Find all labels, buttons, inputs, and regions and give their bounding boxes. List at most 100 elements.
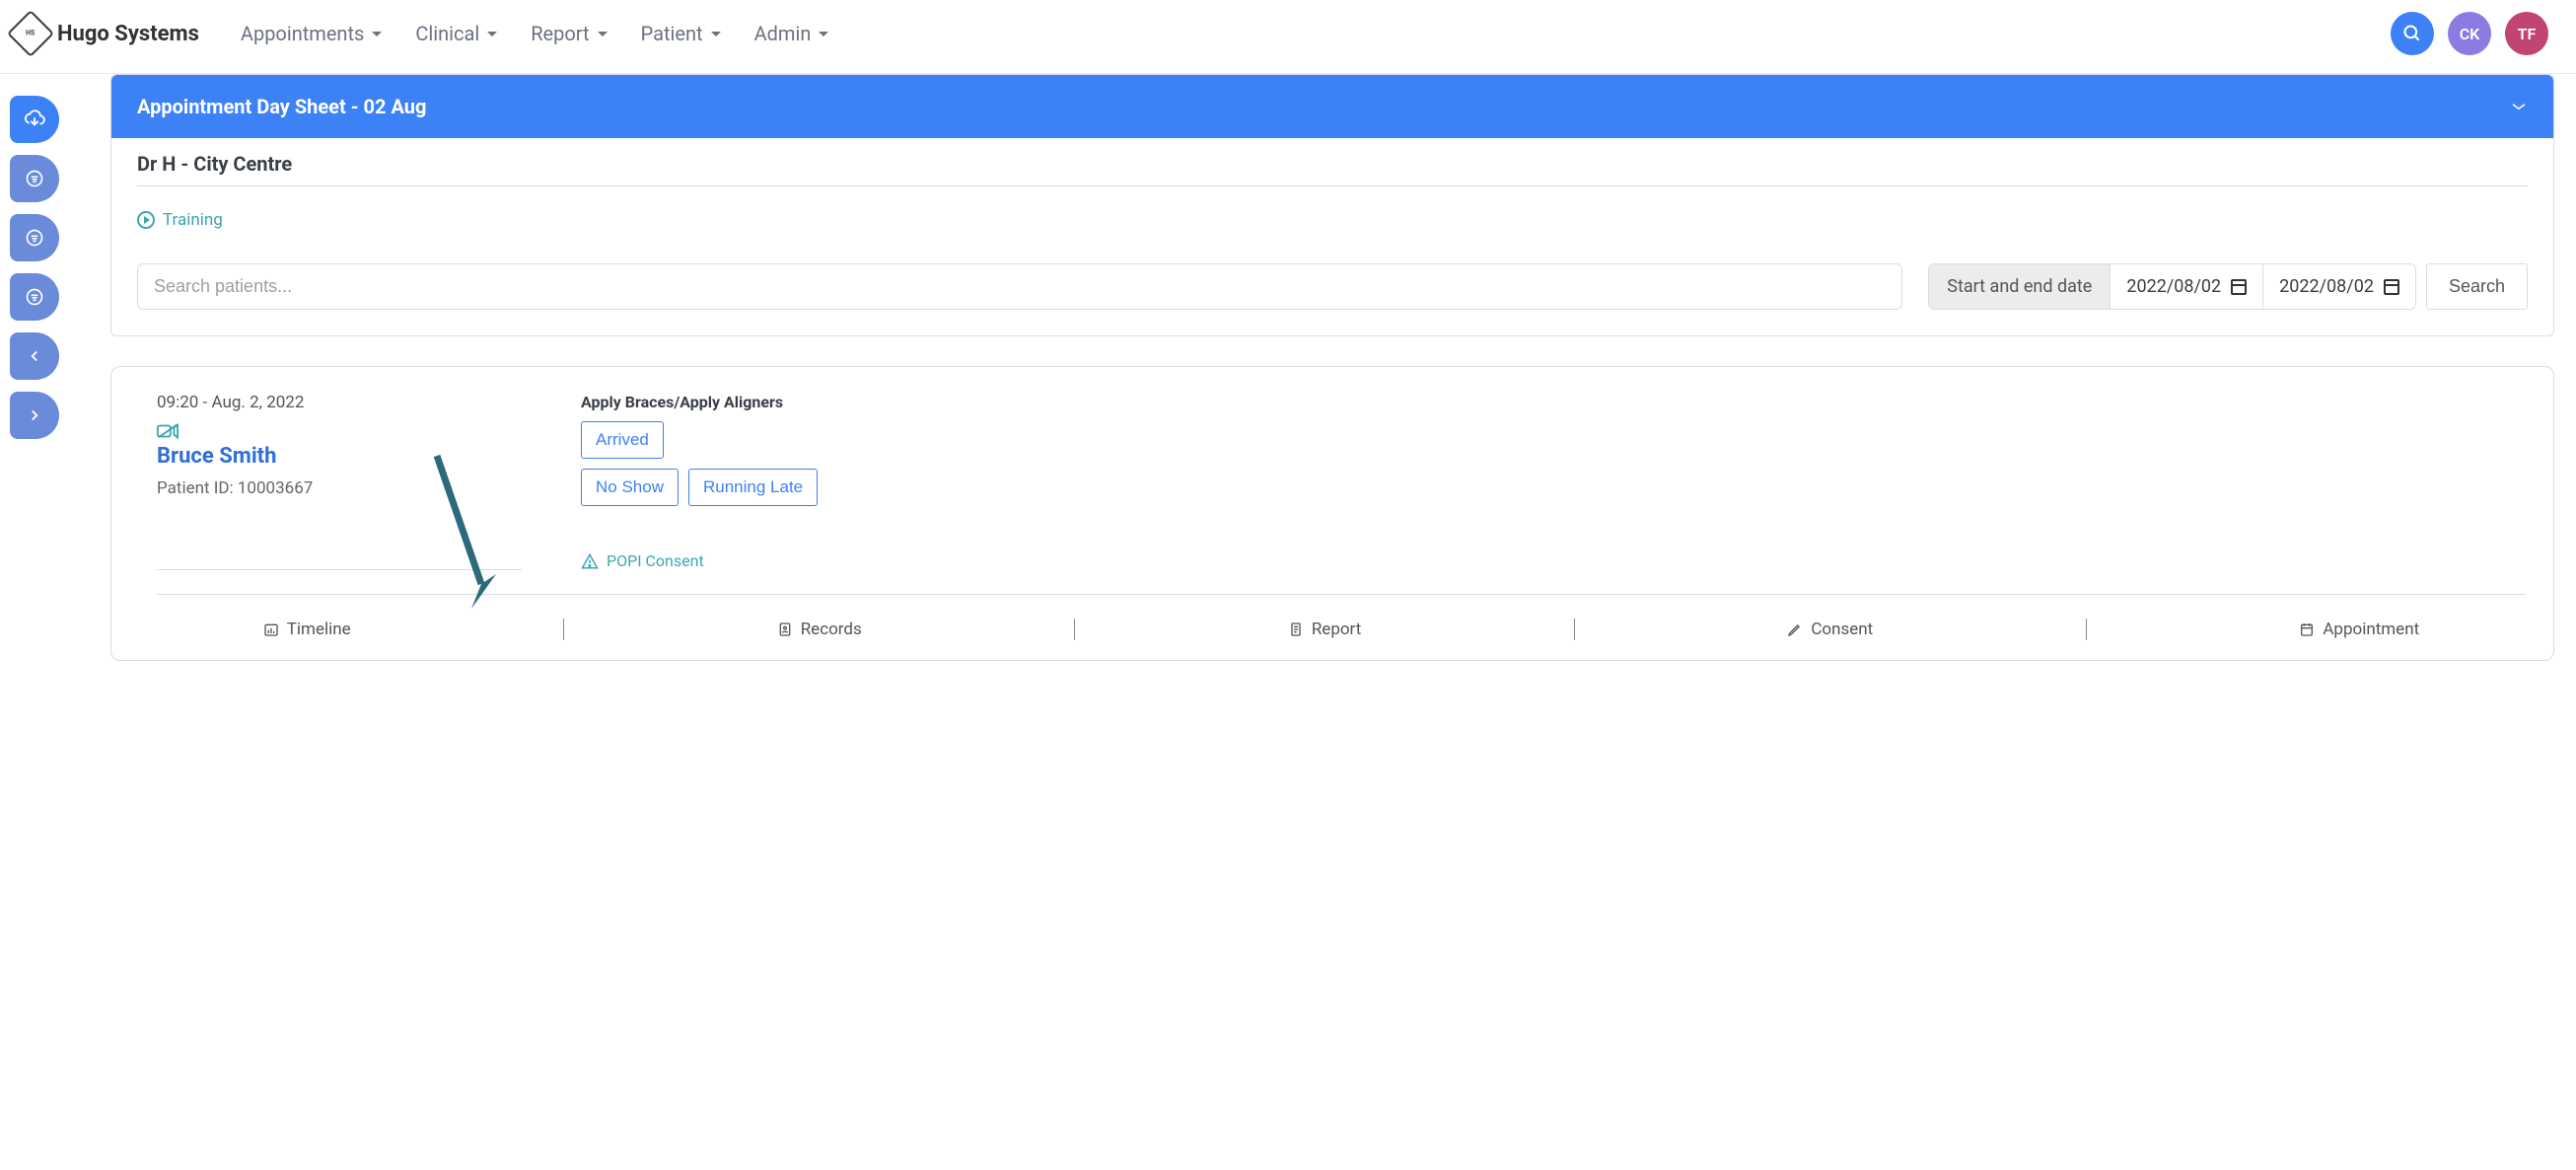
footer-timeline[interactable]: Timeline (263, 620, 351, 639)
global-search-button[interactable] (2391, 12, 2434, 55)
brand-name: Hugo Systems (57, 22, 199, 46)
chevron-down-icon (2510, 102, 2528, 111)
date-range: Start and end date 2022/08/02 2022/08/02 (1928, 263, 2416, 310)
footer-label: Report (1312, 620, 1361, 639)
popi-consent-link[interactable]: POPI Consent (581, 551, 2526, 570)
chevron-left-icon (26, 347, 43, 365)
chevron-down-icon (372, 32, 382, 37)
appointment-patient-col: 09:20 - Aug. 2, 2022 Bruce Smith Patient… (157, 393, 522, 570)
play-icon (137, 211, 155, 229)
footer-label: Records (801, 620, 862, 639)
separator (2086, 619, 2087, 640)
patient-search-input[interactable] (137, 263, 1902, 310)
separator (563, 619, 564, 640)
chevron-down-icon (598, 32, 608, 37)
pencil-icon (1787, 622, 1803, 637)
day-sheet-card: Appointment Day Sheet - 02 Aug Dr H - Ci… (110, 74, 2554, 336)
chevron-down-icon (819, 32, 828, 37)
nav-label: Admin (754, 22, 812, 45)
calendar-icon (2231, 279, 2247, 295)
warning-icon (581, 552, 599, 570)
footer-label: Timeline (287, 620, 351, 639)
sidebar-pill-filter-1[interactable] (10, 155, 59, 202)
procedure-label: Apply Braces/Apply Aligners (581, 393, 2526, 411)
video-off-icon (157, 422, 522, 440)
day-sheet-body: Dr H - City Centre Training Start and en… (111, 138, 2553, 335)
filter-icon (25, 228, 44, 248)
avatar-tf[interactable]: TF (2505, 12, 2548, 55)
end-date-value: 2022/08/02 (2279, 276, 2374, 297)
appointment-footer: Timeline Records Report (157, 594, 2526, 640)
brand-logo-text: HS (26, 30, 35, 37)
cloud-download-icon (24, 109, 45, 130)
nav-report[interactable]: Report (531, 22, 607, 45)
patient-name-link[interactable]: Bruce Smith (157, 444, 522, 469)
popi-label: POPI Consent (607, 551, 704, 570)
nav-label: Patient (641, 22, 703, 45)
appointment-card: 09:20 - Aug. 2, 2022 Bruce Smith Patient… (110, 366, 2554, 661)
footer-consent[interactable]: Consent (1787, 620, 1873, 639)
search-icon (2402, 24, 2422, 43)
avatar-ck[interactable]: CK (2448, 12, 2491, 55)
filter-row: Start and end date 2022/08/02 2022/08/02… (137, 263, 2528, 310)
status-running-late-button[interactable]: Running Late (688, 469, 818, 506)
avatar-initials: CK (2460, 25, 2480, 43)
training-label: Training (163, 210, 223, 230)
sidebar (0, 74, 69, 683)
timeline-icon (263, 622, 279, 637)
chevron-right-icon (26, 406, 43, 424)
nav-label: Clinical (415, 22, 479, 45)
footer-label: Appointment (2323, 620, 2419, 639)
nav-label: Appointments (241, 22, 364, 45)
nav-label: Report (531, 22, 589, 45)
status-row-2: No Show Running Late (581, 469, 2526, 506)
report-icon (1288, 622, 1304, 637)
main: Appointment Day Sheet - 02 Aug Dr H - Ci… (69, 74, 2576, 683)
search-button[interactable]: Search (2426, 263, 2528, 310)
sidebar-pill-filter-3[interactable] (10, 273, 59, 321)
calendar-icon (2384, 279, 2399, 295)
day-sheet-banner[interactable]: Appointment Day Sheet - 02 Aug (111, 75, 2553, 138)
layout: Appointment Day Sheet - 02 Aug Dr H - Ci… (0, 74, 2576, 683)
footer-label: Consent (1811, 620, 1873, 639)
appointment-time: 09:20 - Aug. 2, 2022 (157, 393, 522, 412)
practitioner-heading: Dr H - City Centre (137, 152, 2528, 186)
calendar-icon (2299, 622, 2315, 637)
end-date-field[interactable]: 2022/08/02 (2263, 264, 2415, 309)
nav-appointments[interactable]: Appointments (241, 22, 382, 45)
status-row-1: Arrived (581, 421, 2526, 459)
filter-icon (25, 169, 44, 188)
appointment-status-col: Apply Braces/Apply Aligners Arrived No S… (581, 393, 2526, 570)
topbar-right: CK TF (2391, 12, 2548, 55)
appointment-top: 09:20 - Aug. 2, 2022 Bruce Smith Patient… (157, 393, 2526, 570)
separator (1574, 619, 1575, 640)
filter-icon (25, 287, 44, 307)
nav-links: Appointments Clinical Report Patient Adm… (241, 22, 828, 45)
sidebar-pill-filter-2[interactable] (10, 214, 59, 261)
date-range-label: Start and end date (1929, 264, 2111, 309)
start-date-value: 2022/08/02 (2126, 276, 2221, 297)
banner-title: Appointment Day Sheet - 02 Aug (137, 95, 426, 118)
records-icon (777, 622, 793, 637)
status-no-show-button[interactable]: No Show (581, 469, 679, 506)
avatar-initials: TF (2518, 25, 2537, 43)
training-link[interactable]: Training (137, 210, 2528, 230)
sidebar-pill-download[interactable] (10, 96, 59, 143)
sidebar-pill-next[interactable] (10, 392, 59, 439)
footer-report[interactable]: Report (1288, 620, 1361, 639)
topbar: HS Hugo Systems Appointments Clinical Re… (0, 0, 2576, 74)
brand[interactable]: HS Hugo Systems (14, 17, 241, 50)
chevron-down-icon (711, 32, 721, 37)
footer-appointment[interactable]: Appointment (2299, 620, 2419, 639)
brand-logo-icon: HS (7, 10, 54, 57)
sidebar-pill-prev[interactable] (10, 332, 59, 380)
nav-admin[interactable]: Admin (754, 22, 829, 45)
nav-patient[interactable]: Patient (641, 22, 721, 45)
status-arrived-button[interactable]: Arrived (581, 421, 664, 459)
chevron-down-icon (487, 32, 497, 37)
start-date-field[interactable]: 2022/08/02 (2111, 264, 2263, 309)
patient-id: Patient ID: 10003667 (157, 478, 522, 498)
separator (1074, 619, 1075, 640)
nav-clinical[interactable]: Clinical (415, 22, 497, 45)
footer-records[interactable]: Records (777, 620, 862, 639)
